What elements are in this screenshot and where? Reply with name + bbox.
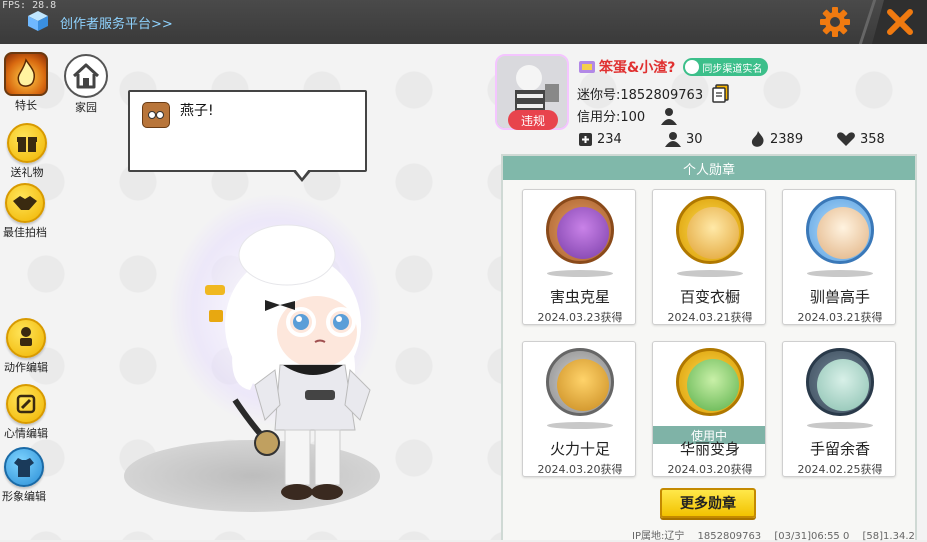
badge-name: 害虫克星 [549, 288, 610, 306]
medal-shadow [547, 422, 613, 429]
best-partner-button[interactable]: 最佳拍档 [3, 183, 47, 240]
gender-badge-icon [579, 61, 595, 73]
nickname-row: 笨蛋&小渣? 同步渠道实名 [578, 57, 769, 77]
credit-person-icon[interactable] [659, 107, 679, 125]
bubble-avatar-icon [142, 102, 170, 128]
badge-panel-title: 个人勋章 [503, 156, 915, 180]
action-edit-label: 动作编辑 [4, 361, 48, 374]
pest-medal-icon [546, 196, 614, 264]
action-edit-button[interactable]: 动作编辑 [4, 318, 48, 375]
mini-id: 迷你号:1852809763 [577, 87, 704, 103]
flame-icon [751, 131, 764, 147]
close-button[interactable] [872, 0, 927, 44]
outfit-icon [4, 447, 44, 487]
badge-date: 2024.03.21获得 [797, 311, 883, 324]
top-bar: FPS: 28.8 创作者服务平台>> [0, 0, 927, 44]
stats-row: 234 30 2389 358 [578, 130, 922, 148]
talent-flame-icon [4, 52, 48, 96]
stat-fans-value: 30 [686, 131, 703, 147]
badge-card-transform[interactable]: 使用中 华丽变身 2024.03.20获得 [652, 341, 766, 477]
bubble-text: 燕子! [180, 103, 214, 119]
badge-name: 手留余香 [809, 440, 870, 458]
settings-button[interactable] [815, 4, 855, 40]
mood-edit-button[interactable]: 心情编辑 [4, 384, 48, 441]
gift-button[interactable]: 送礼物 [7, 123, 47, 180]
close-icon [886, 9, 913, 35]
look-edit-button[interactable]: 形象编辑 [2, 447, 46, 504]
talent-button[interactable]: 特长 [4, 52, 48, 113]
badge-name: 华丽变身 [679, 440, 740, 458]
look-edit-label: 形象编辑 [2, 490, 46, 503]
home-button[interactable]: 家园 [64, 54, 108, 115]
gift-label: 送礼物 [10, 166, 44, 179]
edit-pencil-icon [6, 384, 46, 424]
tamer-medal-icon [806, 196, 874, 264]
credit-score: 信用分:100 [577, 110, 646, 125]
mini-id-row: 迷你号:1852809763 [577, 83, 731, 103]
badge-date: 2024.02.25获得 [797, 463, 883, 476]
violation-badge[interactable]: 违规 [508, 110, 558, 130]
footer-time: [03/31]06:55 0 [774, 531, 850, 542]
stat-posts[interactable]: 234 [578, 130, 664, 148]
wardrobe-medal-icon [676, 196, 744, 264]
fragrance-medal-icon [806, 348, 874, 416]
stat-fans[interactable]: 30 [664, 130, 750, 148]
medal-shadow [547, 270, 613, 277]
gift-icon [7, 123, 47, 163]
best-partner-label: 最佳拍档 [3, 226, 47, 239]
badge-name: 火力十足 [549, 440, 610, 458]
medal-shadow [807, 270, 873, 277]
firepower-medal-icon [546, 348, 614, 416]
action-figure-icon [6, 318, 46, 358]
heart-icon [837, 132, 855, 146]
badge-name: 驯兽高手 [809, 288, 870, 306]
stat-likes-value: 358 [860, 131, 885, 147]
cube-icon [26, 9, 50, 33]
fans-icon [665, 132, 681, 147]
stat-likes[interactable]: 358 [836, 130, 922, 148]
transform-medal-icon [676, 348, 744, 416]
badge-card-tamer[interactable]: 驯兽高手 2024.03.21获得 [782, 189, 896, 325]
credit-row: 信用分:100 [577, 106, 679, 125]
sync-realname-label: 同步渠道实名 [702, 63, 763, 75]
more-badges-button[interactable]: 更多勋章 [660, 488, 756, 518]
footer-version: [58]1.34.2 [862, 531, 915, 542]
sync-realname-button[interactable]: 同步渠道实名 [683, 58, 769, 76]
badge-card-wardrobe[interactable]: 百变衣橱 2024.03.21获得 [652, 189, 766, 325]
gear-icon [820, 7, 850, 37]
talent-label: 特长 [15, 99, 37, 112]
badge-name: 百变衣橱 [679, 288, 740, 306]
copy-icon[interactable] [711, 83, 731, 103]
badge-date: 2024.03.20获得 [537, 463, 623, 476]
badge-date: 2024.03.21获得 [667, 311, 753, 324]
medal-shadow [677, 270, 743, 277]
nickname: 笨蛋&小渣? [599, 60, 676, 76]
badge-card-fragrance[interactable]: 手留余香 2024.02.25获得 [782, 341, 896, 477]
badge-card-pest[interactable]: 害虫克星 2024.03.23获得 [522, 189, 636, 325]
footer-uid: 1852809763 [697, 531, 762, 542]
handshake-icon [5, 183, 45, 223]
character-avatar [205, 224, 371, 500]
stat-heat-value: 2389 [770, 131, 804, 147]
stat-posts-value: 234 [597, 131, 622, 147]
badge-date: 2024.03.20获得 [667, 463, 753, 476]
plus-square-icon [579, 132, 592, 146]
user-check-icon [685, 60, 700, 74]
house-icon [64, 54, 108, 98]
ip-location: IP属地:辽宁 [632, 531, 685, 542]
badge-card-firepower[interactable]: 火力十足 2024.03.20获得 [522, 341, 636, 477]
medal-shadow [807, 422, 873, 429]
mood-edit-label: 心情编辑 [4, 427, 48, 440]
badge-date: 2024.03.23获得 [537, 311, 623, 324]
creator-platform-link[interactable]: 创作者服务平台>> [60, 13, 173, 32]
chat-bubble: 燕子! [128, 90, 367, 182]
stat-heat[interactable]: 2389 [750, 130, 836, 148]
home-label: 家园 [75, 101, 97, 114]
